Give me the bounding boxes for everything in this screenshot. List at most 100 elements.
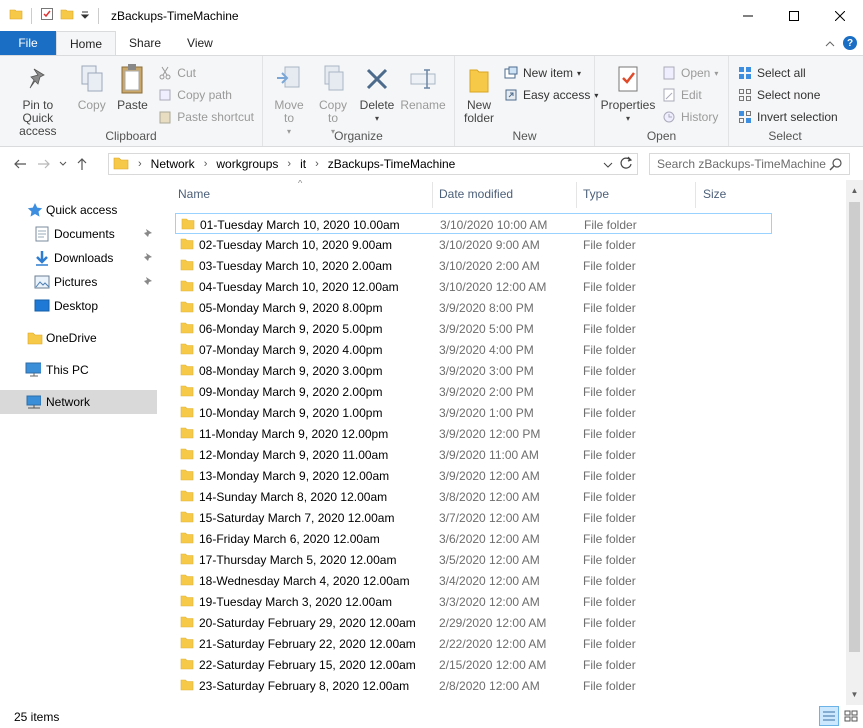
pin-icon[interactable] [143,276,153,289]
nav-item-pictures[interactable]: Pictures [0,270,157,294]
easy-access-button[interactable]: Easy access ▾ [503,86,598,104]
help-icon[interactable]: ? [843,36,857,50]
address-dropdown-icon[interactable] [603,157,613,171]
file-row[interactable]: 22-Saturday February 15, 2020 12.00am 2/1… [175,654,772,675]
search-input[interactable]: Search zBackups-TimeMachine [649,153,850,175]
file-row[interactable]: 05-Monday March 9, 2020 8.00pm 3/9/2020 8… [175,297,772,318]
file-row[interactable]: 04-Tuesday March 10, 2020 12.00am 3/10/20… [175,276,772,297]
open-button[interactable]: Open ▾ [661,64,718,82]
nav-item-desktop[interactable]: Desktop [0,294,157,318]
properties-check-icon[interactable] [40,7,54,24]
recent-locations-button[interactable] [56,152,70,176]
invert-selection-button[interactable]: Invert selection [737,108,838,126]
file-row[interactable]: 18-Wednesday March 4, 2020 12.00am 3/4/20… [175,570,772,591]
folder-icon [9,7,23,24]
nav-item-network[interactable]: Network [0,390,157,414]
file-row[interactable]: 06-Monday March 9, 2020 5.00pm 3/9/2020 5… [175,318,772,339]
file-row[interactable]: 13-Monday March 9, 2020 12.00am 3/9/2020 … [175,465,772,486]
open-dropdown-icon: ▾ [714,68,719,78]
scrollbar-thumb[interactable] [849,202,860,652]
column-header-name[interactable]: Name [178,180,433,208]
pin-icon [22,62,54,96]
select-group: Select all Select none Invert selection … [729,56,841,146]
ribbon-right-controls: ? [825,31,863,55]
pin-icon[interactable] [143,252,153,265]
breadcrumb-workgroups[interactable]: workgroups [216,157,278,171]
file-row[interactable]: 12-Monday March 9, 2020 11.00am 3/9/2020 … [175,444,772,465]
back-button[interactable] [8,152,32,176]
file-date-modified: 3/4/2020 12:00 AM [439,573,540,588]
file-row[interactable]: 09-Monday March 9, 2020 2.00pm 3/9/2020 2… [175,381,772,402]
up-button[interactable] [70,152,94,176]
details-view-button[interactable] [819,706,839,726]
up-arrow-icon [77,158,87,170]
copy-to-label: Copy to [318,98,347,125]
ribbon-tabs: File Home Share View ? [0,31,863,55]
new-folder-icon[interactable] [60,7,74,24]
tab-share[interactable]: Share [116,31,174,55]
tab-home[interactable]: Home [56,31,117,55]
nav-item-onedrive[interactable]: OneDrive [0,326,157,350]
history-button[interactable]: History [661,108,718,126]
pin-icon[interactable] [143,228,153,241]
refresh-icon[interactable] [619,156,633,173]
file-type: File folder [583,279,636,294]
folder-icon [180,279,194,296]
nav-item-documents[interactable]: Documents [0,222,157,246]
scroll-up-arrow-icon[interactable]: ▲ [846,182,863,199]
edit-button[interactable]: Edit [661,86,718,104]
collapse-ribbon-icon[interactable] [825,36,835,50]
column-divider[interactable] [432,182,433,208]
tab-view[interactable]: View [174,31,226,55]
scroll-down-arrow-icon[interactable]: ▼ [846,686,863,703]
column-header-date[interactable]: Date modified [439,180,577,208]
file-row[interactable]: 15-Saturday March 7, 2020 12.00am 3/7/202… [175,507,772,528]
file-name: 18-Wednesday March 4, 2020 12.00am [199,573,410,588]
breadcrumb-current[interactable]: zBackups-TimeMachine [328,157,456,171]
file-row[interactable]: 14-Sunday March 8, 2020 12.00am 3/8/2020 … [175,486,772,507]
file-row[interactable]: 21-Saturday February 22, 2020 12.00am 2/2… [175,633,772,654]
breadcrumb-it[interactable]: it [300,157,306,171]
customize-dropdown-icon[interactable] [80,9,90,23]
file-date-modified: 2/15/2020 12:00 AM [439,657,547,672]
scissors-icon [157,65,173,81]
file-date-modified: 3/10/2020 12:00 AM [439,279,547,294]
file-row[interactable]: 23-Saturday February 8, 2020 12.00am 2/8/… [175,675,772,696]
file-row[interactable]: 20-Saturday February 29, 2020 12.00am 2/2… [175,612,772,633]
maximize-button[interactable] [771,0,817,31]
nav-item-this-pc[interactable]: This PC [0,358,157,382]
column-divider[interactable] [576,182,577,208]
address-bar-controls [603,154,637,174]
minimize-button[interactable] [725,0,771,31]
close-button[interactable] [817,0,863,31]
file-row[interactable]: 17-Thursday March 5, 2020 12.00am 3/5/202… [175,549,772,570]
select-all-button[interactable]: Select all [737,64,838,82]
file-row[interactable]: 01-Tuesday March 10, 2020 10.00am 3/10/20… [175,213,772,234]
column-divider[interactable] [695,182,696,208]
file-row[interactable]: 11-Monday March 9, 2020 12.00pm 3/9/2020 … [175,423,772,444]
new-item-button[interactable]: New item ▾ [503,64,598,82]
file-row[interactable]: 08-Monday March 9, 2020 3.00pm 3/9/2020 3… [175,360,772,381]
breadcrumb-network[interactable]: Network [151,157,195,171]
select-none-button[interactable]: Select none [737,86,838,104]
file-row[interactable]: 10-Monday March 9, 2020 1.00pm 3/9/2020 1… [175,402,772,423]
cut-button[interactable]: Cut [157,64,254,82]
column-header-type[interactable]: Type [583,180,695,208]
forward-button[interactable] [32,152,56,176]
vertical-scrollbar[interactable]: ▲ ▼ [846,180,863,705]
large-icons-view-button[interactable] [841,706,861,726]
file-row[interactable]: 19-Tuesday March 3, 2020 12.00am 3/3/2020… [175,591,772,612]
copy-path-button[interactable]: Copy path [157,86,254,104]
file-row[interactable]: 16-Friday March 6, 2020 12.00am 3/6/2020 … [175,528,772,549]
column-header-size[interactable]: Size [703,180,783,208]
nav-item-quick-access[interactable]: Quick access [0,198,157,222]
folder-icon [180,573,194,590]
window-title: zBackups-TimeMachine [111,8,239,23]
file-row[interactable]: 03-Tuesday March 10, 2020 2.00am 3/10/202… [175,255,772,276]
tab-file[interactable]: File [0,31,56,55]
address-bar[interactable]: › Network › workgroups › it › zBackups-T… [108,153,638,175]
paste-shortcut-button[interactable]: Paste shortcut [157,108,254,126]
file-row[interactable]: 02-Tuesday March 10, 2020 9.00am 3/10/202… [175,234,772,255]
file-row[interactable]: 07-Monday March 9, 2020 4.00pm 3/9/2020 4… [175,339,772,360]
nav-item-downloads[interactable]: Downloads [0,246,157,270]
